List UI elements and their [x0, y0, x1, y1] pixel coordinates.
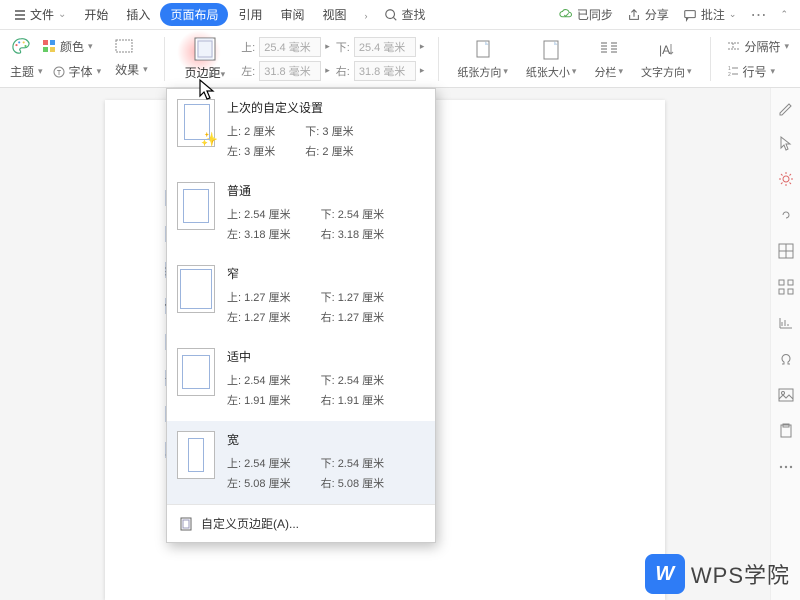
share-button[interactable]: 分享: [621, 2, 675, 27]
menu-file[interactable]: 文件 ⌄: [6, 2, 74, 27]
ribbon-separator: [438, 37, 439, 81]
break-icon: [727, 40, 741, 52]
menu-ellipsis[interactable]: ⋯: [744, 1, 772, 29]
right-sidebar: [770, 88, 800, 600]
wps-watermark: W WPS学院: [645, 554, 790, 594]
effects-icon-button[interactable]: [113, 37, 135, 55]
margins-icon: [193, 36, 217, 62]
comment-button[interactable]: 批注⌄: [677, 2, 743, 27]
margin-thumb-icon: [177, 431, 215, 479]
font-icon: T: [53, 66, 65, 78]
comment-icon: [683, 8, 697, 22]
apps-icon[interactable]: [777, 278, 795, 296]
watermark-text: WPS学院: [691, 558, 790, 590]
wps-logo-icon: W: [645, 554, 685, 594]
margin-left-field[interactable]: 左:▸: [241, 61, 330, 81]
orientation-button[interactable]: 纸张方向▾: [453, 36, 512, 82]
theme-button[interactable]: 主题▾: [8, 61, 45, 82]
menu-insert[interactable]: 插入: [118, 2, 158, 27]
option-title: 上次的自定义设置: [227, 99, 425, 116]
option-title: 适中: [227, 348, 425, 365]
margin-thumb-icon: ✨: [177, 99, 215, 147]
margin-bottom-field[interactable]: 下:▸: [336, 37, 425, 57]
cloud-sync-icon: [559, 8, 573, 22]
margin-right-field[interactable]: 右:▸: [336, 61, 425, 81]
orientation-icon: [471, 38, 495, 62]
margins-dropdown: ✨ 上次的自定义设置 上: 2 厘米下: 3 厘米 左: 3 厘米右: 2 厘米…: [166, 88, 436, 543]
menu-review[interactable]: 审阅: [272, 2, 312, 27]
pointer-icon[interactable]: [777, 134, 795, 152]
chart-icon[interactable]: [777, 314, 795, 332]
font-button[interactable]: T 字体▾: [51, 61, 104, 82]
color-swatch-icon: [42, 39, 56, 53]
find-button[interactable]: 查找: [378, 2, 432, 27]
margin-thumb-icon: [177, 182, 215, 230]
ribbon: 颜色▾ 主题▾ T 字体▾ 效果▾ 页边距▾ 上:▸ 下:▸: [0, 30, 800, 88]
separator-button[interactable]: 分隔符▾: [725, 36, 792, 57]
menu-collapse[interactable]: ⌃: [774, 5, 794, 24]
pencil-icon[interactable]: [777, 98, 795, 116]
effects-icon: [115, 39, 133, 53]
margins-option-normal[interactable]: 普通 上: 2.54 厘米下: 2.54 厘米 左: 3.18 厘米右: 3.1…: [167, 172, 435, 255]
line-number-icon: 12: [727, 65, 739, 77]
columns-button[interactable]: 分栏▾: [590, 36, 627, 82]
omega-icon[interactable]: [777, 350, 795, 368]
palette-icon: [10, 37, 32, 55]
dots-icon[interactable]: [777, 458, 795, 476]
margins-custom-link[interactable]: 自定义页边距(A)...: [167, 504, 435, 542]
option-title: 普通: [227, 182, 425, 199]
clipboard-icon[interactable]: [777, 422, 795, 440]
svg-text:2: 2: [728, 72, 731, 77]
gear-icon[interactable]: [777, 170, 795, 188]
svg-text:T: T: [56, 70, 61, 77]
line-number-button[interactable]: 12 行号▾: [725, 61, 778, 82]
image-icon[interactable]: [777, 386, 795, 404]
paper-size-button[interactable]: 纸张大小▾: [522, 36, 581, 82]
theme-palette-button[interactable]: [8, 35, 34, 57]
margin-top-field[interactable]: 上:▸: [241, 37, 330, 57]
svg-text:|A: |A: [659, 43, 670, 57]
margins-option-narrow[interactable]: 窄 上: 1.27 厘米下: 1.27 厘米 左: 1.27 厘米右: 1.27…: [167, 255, 435, 338]
menu-references[interactable]: 引用: [230, 2, 270, 27]
page-setup-icon: [179, 517, 193, 531]
margins-option-last-custom[interactable]: ✨ 上次的自定义设置 上: 2 厘米下: 3 厘米 左: 3 厘米右: 2 厘米: [167, 89, 435, 172]
option-title: 宽: [227, 431, 425, 448]
margins-option-moderate[interactable]: 适中 上: 2.54 厘米下: 2.54 厘米 左: 1.91 厘米右: 1.9…: [167, 338, 435, 421]
menu-more[interactable]: ›: [357, 4, 376, 26]
columns-icon: [597, 38, 621, 62]
sync-status[interactable]: 已同步: [553, 2, 619, 27]
menu-bar: 文件 ⌄ 开始 插入 页面布局 引用 审阅 视图 › 查找 已同步 分享 批注⌄…: [0, 0, 800, 30]
text-direction-button[interactable]: |A 文字方向▾: [637, 36, 696, 82]
ribbon-separator: [164, 37, 165, 81]
ribbon-separator: [710, 37, 711, 81]
margin-thumb-icon: [177, 265, 215, 313]
hamburger-icon: [14, 9, 26, 21]
margin-thumb-icon: [177, 348, 215, 396]
menu-home[interactable]: 开始: [76, 2, 116, 27]
margins-button[interactable]: 页边距▾: [179, 32, 232, 85]
paper-size-icon: [539, 38, 563, 62]
color-button[interactable]: 颜色▾: [40, 36, 95, 57]
chain-icon[interactable]: [777, 206, 795, 224]
menu-page-layout[interactable]: 页面布局: [160, 3, 228, 26]
share-icon: [627, 8, 641, 22]
chevron-down-icon: ⌄: [58, 9, 66, 20]
option-title: 窄: [227, 265, 425, 282]
menu-view[interactable]: 视图: [314, 2, 354, 27]
effects-button[interactable]: 效果▾: [113, 59, 150, 80]
text-direction-icon: |A: [654, 38, 678, 62]
margins-option-wide[interactable]: 宽 上: 2.54 厘米下: 2.54 厘米 左: 5.08 厘米右: 5.08…: [167, 421, 435, 504]
grid-icon[interactable]: [777, 242, 795, 260]
search-icon: [384, 8, 398, 22]
